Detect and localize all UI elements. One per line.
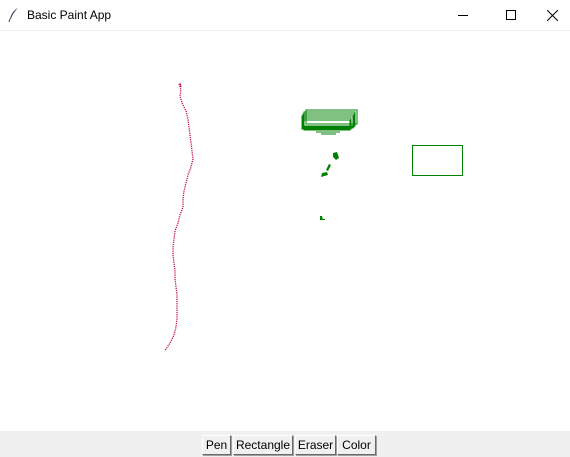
rectangle-button[interactable]: Rectangle <box>233 435 293 455</box>
minimize-button[interactable] <box>440 0 486 30</box>
pen-stroke <box>164 83 194 352</box>
pen-button[interactable]: Pen <box>202 435 231 455</box>
maximize-button[interactable] <box>488 0 534 30</box>
maximize-icon <box>506 10 516 20</box>
minimize-icon <box>458 15 468 16</box>
drawing-canvas[interactable] <box>0 31 570 431</box>
title-bar[interactable]: Basic Paint App <box>0 0 570 31</box>
feather-icon <box>8 8 18 23</box>
green-marks <box>320 152 339 220</box>
window-title: Basic Paint App <box>27 8 112 22</box>
color-button[interactable]: Color <box>337 435 376 455</box>
rectangle-stack <box>301 109 358 135</box>
toolbar: Pen Rectangle Eraser Color <box>0 431 570 457</box>
close-button[interactable] <box>534 0 570 30</box>
eraser-button[interactable]: Eraser <box>295 435 336 455</box>
canvas-drawing <box>164 82 463 352</box>
app-window: Basic Paint App Pen Rectangle Eraser Col… <box>0 0 570 457</box>
rectangle-shape <box>412 145 463 176</box>
close-icon <box>546 9 558 21</box>
